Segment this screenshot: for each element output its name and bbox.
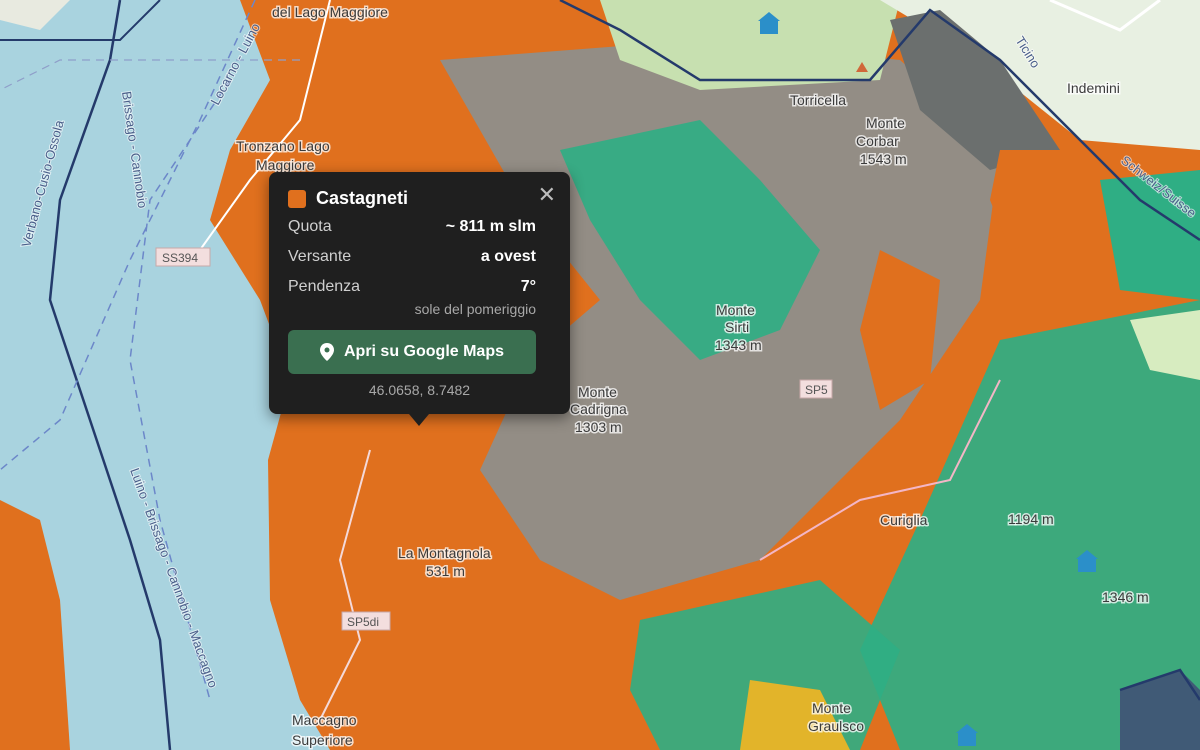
place-label-sirti-alt: 1343 m (715, 337, 762, 353)
row-value-versante: a ovest (480, 248, 536, 265)
road-label-ss394: SS394 (162, 251, 198, 265)
row-pendenza: Pendenza 7° (288, 278, 536, 296)
place-label-corbar: Corbar (856, 133, 899, 149)
place-label-superiore: Superiore (292, 732, 353, 748)
place-label-sirti: Sirti (725, 319, 749, 335)
place-label-monte-1: Monte (866, 115, 905, 131)
place-label-lago-maggiore: del Lago Maggiore (272, 4, 388, 20)
place-label-corbar-alt: 1543 m (860, 151, 907, 167)
place-label-monte-2: Monte (716, 302, 755, 318)
place-label-tronzano: Tronzano Lago (236, 138, 330, 154)
place-label-indemini: Indemini (1067, 80, 1120, 96)
popup-title: Castagneti (316, 188, 409, 208)
place-label-torricella: Torricella (790, 92, 846, 108)
row-label-quota: Quota (288, 218, 332, 235)
row-quota: Quota ~ 811 m slm (288, 218, 536, 236)
place-label-montagnola-alt: 531 m (426, 563, 465, 579)
place-label-graulsco: Graulsco (808, 718, 864, 734)
place-label-monte-3: Monte (578, 384, 617, 400)
map-pin-icon (319, 343, 334, 361)
row-value-pendenza: 7° (520, 278, 536, 295)
sun-note: sole del pomeriggio (414, 301, 536, 317)
coordinates-readout: 46.0658, 8.7482 (368, 382, 471, 398)
road-label-sp5di: SP5di (347, 615, 379, 629)
place-label-curiglia-alt: 1194 m (1008, 511, 1054, 527)
place-label-curiglia: Curiglia (880, 512, 928, 528)
category-swatch (288, 189, 306, 208)
info-popup: Castagneti ✕ Quota ~ 811 m slm Versante … (269, 172, 570, 414)
place-label-maggiore: Maggiore (256, 157, 315, 173)
close-icon[interactable]: ✕ (538, 184, 556, 206)
open-google-maps-button[interactable]: Apri su Google Maps (288, 330, 536, 374)
popup-tail (409, 414, 429, 426)
popup-header: Castagneti (288, 188, 408, 209)
road-label-sp5: SP5 (805, 383, 828, 397)
place-label-monte-4: Monte (812, 700, 851, 716)
place-label-maccagno: Maccagno (292, 712, 357, 728)
map-canvas[interactable]: del Lago Maggiore Tronzano Lago Maggiore… (0, 0, 1200, 750)
row-versante: Versante a ovest (288, 248, 536, 266)
row-value-quota: ~ 811 m slm (445, 218, 536, 235)
place-label-cadrigna: Cadrigna (570, 401, 627, 417)
row-label-versante: Versante (288, 248, 352, 265)
row-label-pendenza: Pendenza (288, 278, 361, 295)
google-maps-button-label: Apri su Google Maps (343, 343, 504, 360)
place-label-la-montagnola: La Montagnola (398, 545, 491, 561)
place-label-cadrigna-alt: 1303 m (575, 419, 622, 435)
place-label-graulsco-alt: 1346 m (1102, 589, 1149, 605)
